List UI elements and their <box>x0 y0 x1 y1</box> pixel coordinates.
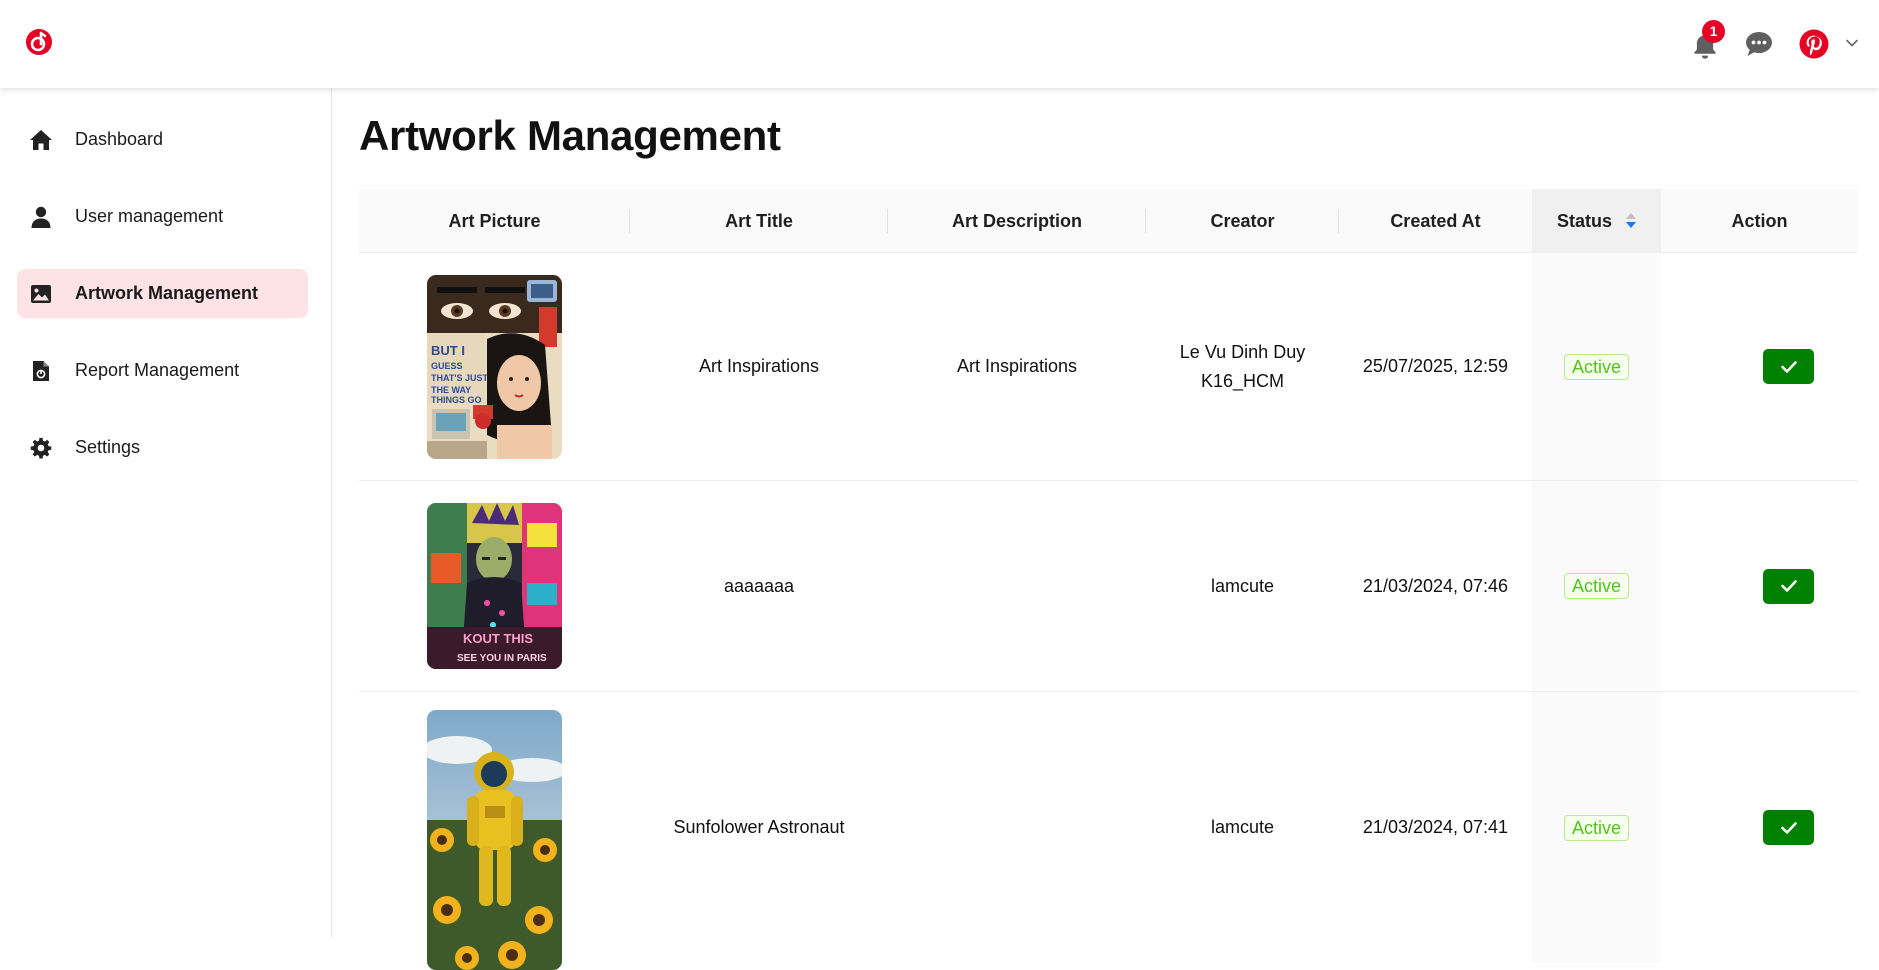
art-description-cell <box>888 692 1146 963</box>
image-icon <box>29 282 53 306</box>
sidebar-item-label: Dashboard <box>75 129 164 149</box>
user-avatar-icon[interactable] <box>1799 29 1829 59</box>
top-bar: 1 <box>0 0 1879 88</box>
account-menu-chevron-down-icon[interactable] <box>1845 36 1859 50</box>
table-row: KOUT THIS SEE YOU IN PARIS aaaaaaa lamcu… <box>359 481 1858 692</box>
sidebar-item-dashboard[interactable]: Dashboard <box>17 115 308 164</box>
artwork-table: Art Picture Art Title Art Description Cr… <box>359 189 1858 970</box>
approve-button[interactable] <box>1763 568 1814 604</box>
action-cell <box>1661 253 1858 480</box>
svg-text:THAT'S JUST: THAT'S JUST <box>431 373 488 383</box>
art-title-cell: Art Inspirations <box>698 356 820 376</box>
notification-count-badge: 1 <box>1702 20 1725 43</box>
art-picture-cell: BUT I GUESS THAT'S JUST THE WAY THINGS G… <box>359 253 630 480</box>
created-at-cell: 21/03/2024, 07:46 <box>1362 575 1509 596</box>
status-badge: Active <box>1563 353 1630 380</box>
table-row: Sunfolower Astronaut lamcute 21/03/2024,… <box>359 692 1858 970</box>
creator-name: Le Vu Dinh Duy <box>1179 341 1306 362</box>
art-thumbnail-collage-portrait[interactable]: BUT I GUESS THAT'S JUST THE WAY THINGS G… <box>427 274 562 459</box>
created-at-cell: 21/03/2024, 07:41 <box>1362 817 1509 837</box>
check-icon <box>1780 821 1797 834</box>
table-row: BUT I GUESS THAT'S JUST THE WAY THINGS G… <box>359 253 1858 481</box>
status-cell: Active <box>1532 481 1661 691</box>
approve-button[interactable] <box>1763 349 1814 384</box>
user-icon <box>29 205 53 229</box>
column-header-art-title: Art Title <box>630 189 888 253</box>
status-badge: Active <box>1563 573 1630 599</box>
gear-icon <box>29 436 53 460</box>
svg-text:THE WAY: THE WAY <box>431 385 471 395</box>
column-header-art-picture: Art Picture <box>359 189 630 253</box>
column-header-created-at: Created At <box>1390 210 1481 231</box>
check-icon <box>1780 360 1797 373</box>
sidebar-item-user-management[interactable]: User management <box>17 192 308 241</box>
sidebar-item-label: Settings <box>75 437 141 457</box>
art-thumbnail-astronaut-sunflowers[interactable] <box>427 710 562 970</box>
sidebar-item-label: Artwork Management <box>75 283 259 303</box>
sort-caret-icon[interactable] <box>1626 212 1636 230</box>
sidebar-item-settings[interactable]: Settings <box>17 423 308 472</box>
sidebar-item-label: Report Management <box>75 360 240 380</box>
column-header-action: Action <box>1731 210 1788 231</box>
svg-text:THINGS GO: THINGS GO <box>431 395 482 405</box>
sidebar-item-label: User management <box>75 206 224 226</box>
svg-text:GUESS: GUESS <box>431 361 463 371</box>
report-file-icon <box>29 359 53 383</box>
created-at-cell: 25/07/2025, 12:59 <box>1362 356 1509 376</box>
art-thumbnail-graffiti-mona-lisa[interactable]: KOUT THIS SEE YOU IN PARIS <box>427 503 562 669</box>
sidebar: Dashboard User management Artwork Manage… <box>0 88 332 938</box>
art-picture-cell: KOUT THIS SEE YOU IN PARIS <box>359 481 630 691</box>
svg-text:BUT I: BUT I <box>431 343 465 358</box>
messages-icon[interactable] <box>1744 30 1774 58</box>
action-cell <box>1661 481 1858 691</box>
art-description-cell <box>888 481 1146 691</box>
status-cell: Active <box>1532 692 1661 963</box>
home-icon <box>29 128 53 152</box>
column-header-art-description: Art Description <box>888 189 1146 253</box>
column-header-status[interactable]: Status <box>1532 189 1661 253</box>
creator-cell: lamcute <box>1210 575 1275 596</box>
svg-text:SEE YOU IN PARIS: SEE YOU IN PARIS <box>457 653 547 664</box>
creator-name-cont: K16_HCM <box>1200 370 1285 391</box>
creator-cell: Le Vu Dinh Duy K16_HCM <box>1146 253 1339 480</box>
sidebar-item-artwork-management[interactable]: Artwork Management <box>17 269 308 318</box>
app-logo[interactable] <box>25 28 53 56</box>
art-title-cell: aaaaaaa <box>723 575 795 596</box>
art-description-cell: Art Inspirations <box>956 356 1078 376</box>
art-picture-cell <box>359 692 630 970</box>
check-icon <box>1780 580 1797 592</box>
status-cell: Active <box>1532 253 1661 480</box>
art-title-cell: Sunfolower Astronaut <box>673 817 845 837</box>
creator-cell: lamcute <box>1210 817 1275 837</box>
sidebar-item-report-management[interactable]: Report Management <box>17 346 308 395</box>
action-cell <box>1661 692 1858 963</box>
status-badge: Active <box>1563 814 1630 841</box>
column-header-creator: Creator <box>1146 189 1339 253</box>
page-title: Artwork Management <box>359 112 781 159</box>
table-header: Art Picture Art Title Art Description Cr… <box>359 189 1858 253</box>
svg-text:KOUT THIS: KOUT THIS <box>463 631 533 646</box>
approve-button[interactable] <box>1763 810 1814 845</box>
